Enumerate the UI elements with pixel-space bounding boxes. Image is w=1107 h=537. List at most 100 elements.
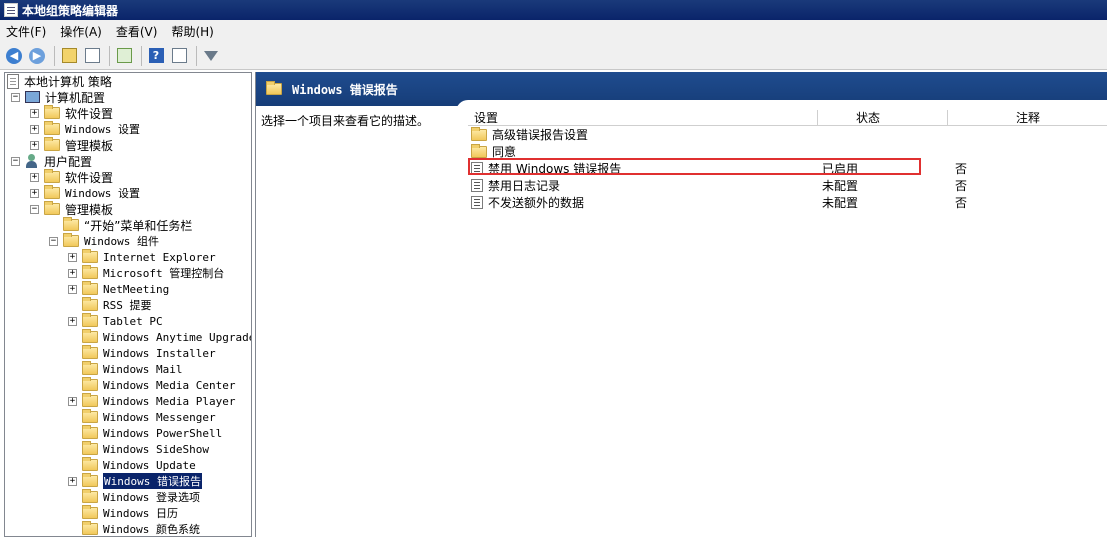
expand-toggle[interactable]: + bbox=[30, 140, 39, 150]
setting-name: 不发送额外的数据 bbox=[488, 196, 585, 210]
tree-item-component[interactable]: Windows 日历 bbox=[68, 505, 178, 521]
tree-item-computer-config[interactable]: − 计算机配置 bbox=[11, 89, 105, 105]
expand-toggle[interactable]: + bbox=[30, 172, 39, 182]
tree-item-uc-software[interactable]: + 软件设置 bbox=[30, 169, 113, 185]
export-list-button[interactable] bbox=[114, 46, 134, 66]
tree-item-cc-admin[interactable]: + 管理模板 bbox=[30, 137, 113, 153]
tree-item-component[interactable]: + Windows 错误报告 bbox=[68, 473, 202, 489]
collapse-toggle[interactable]: − bbox=[30, 204, 39, 214]
tree-item-component[interactable]: Windows Installer bbox=[68, 345, 216, 361]
tree-item-label: Internet Explorer bbox=[103, 250, 216, 264]
tree-item-component[interactable]: Windows 颜色系统 bbox=[68, 521, 200, 536]
collapse-toggle[interactable]: − bbox=[11, 92, 20, 102]
tree-item-component[interactable]: + Windows Media Player bbox=[68, 393, 235, 409]
description-text: 选择一个项目来查看它的描述。 bbox=[261, 114, 430, 128]
tree-pane: 本地计算机 策略 − 计算机配置 + 软件设置 + Windows 设置 + 管… bbox=[4, 72, 252, 537]
setting-comment: 否 bbox=[955, 196, 968, 210]
tree-item-component[interactable]: Windows SideShow bbox=[68, 441, 209, 457]
menu-view[interactable]: 查看(V) bbox=[116, 23, 158, 40]
filter-button[interactable] bbox=[201, 46, 221, 66]
app-icon bbox=[4, 3, 18, 17]
expand-toggle[interactable]: + bbox=[68, 284, 77, 294]
settings-row[interactable]: 高级错误报告设置 bbox=[468, 126, 1107, 143]
tree-item-user-config[interactable]: − 用户配置 bbox=[11, 153, 92, 169]
folder-icon bbox=[82, 425, 98, 439]
tree-item-component[interactable]: + Microsoft 管理控制台 bbox=[68, 265, 224, 281]
expand-toggle[interactable]: + bbox=[30, 188, 39, 198]
tree-item-component[interactable]: Windows Messenger bbox=[68, 409, 216, 425]
tree-item-start-menu[interactable]: “开始”菜单和任务栏 bbox=[49, 217, 192, 233]
menu-file[interactable]: 文件(F) bbox=[6, 23, 46, 40]
tree-item-component[interactable]: Windows Mail bbox=[68, 361, 182, 377]
tree-item-cc-software[interactable]: + 软件设置 bbox=[30, 105, 113, 121]
toolbar: ◀ ▶ ? bbox=[0, 42, 1107, 70]
expand-toggle[interactable]: + bbox=[68, 252, 77, 262]
forward-arrow-icon: ▶ bbox=[29, 47, 45, 64]
collapse-toggle[interactable]: − bbox=[49, 236, 58, 246]
expand-toggle[interactable]: + bbox=[68, 268, 77, 278]
tree-item-label: Windows 颜色系统 bbox=[103, 523, 200, 536]
column-header-comment[interactable]: 注释 bbox=[948, 110, 1107, 126]
forward-button[interactable]: ▶ bbox=[27, 46, 47, 66]
help-button[interactable]: ? bbox=[146, 46, 166, 66]
help-icon: ? bbox=[148, 48, 164, 63]
folder-icon bbox=[82, 329, 98, 343]
tree-item-component[interactable]: Windows PowerShell bbox=[68, 425, 222, 441]
up-button[interactable] bbox=[59, 46, 79, 66]
expand-toggle[interactable]: + bbox=[68, 476, 77, 486]
tree-item-uc-windows[interactable]: + Windows 设置 bbox=[30, 185, 140, 201]
folder-icon bbox=[82, 457, 98, 471]
folder-icon bbox=[82, 489, 98, 503]
tree-item-component[interactable]: Windows Anytime Upgrade bbox=[68, 329, 251, 345]
column-header-setting[interactable]: 设置 bbox=[468, 110, 818, 126]
settings-row[interactable]: 禁用日志记录 未配置 否 bbox=[468, 177, 1107, 194]
folder-icon bbox=[82, 313, 98, 327]
tree-item-component[interactable]: + Internet Explorer bbox=[68, 249, 216, 265]
folder-icon bbox=[82, 265, 98, 279]
menu-action[interactable]: 操作(A) bbox=[60, 23, 102, 40]
tree-item-component[interactable]: + Tablet PC bbox=[68, 313, 163, 329]
folder-icon bbox=[471, 143, 487, 158]
column-header-state[interactable]: 状态 bbox=[818, 110, 948, 126]
show-hide-tree-button[interactable] bbox=[82, 46, 102, 66]
menu-help[interactable]: 帮助(H) bbox=[171, 23, 213, 40]
folder-icon bbox=[44, 185, 60, 199]
settings-grid-header: 设置 状态 注释 bbox=[468, 110, 1107, 126]
tree-item-component[interactable]: Windows Update bbox=[68, 457, 196, 473]
expand-toggle[interactable]: + bbox=[30, 108, 39, 118]
tree-item-label: Windows 日历 bbox=[103, 507, 178, 520]
toolbar-separator bbox=[54, 45, 55, 66]
folder-icon bbox=[44, 121, 60, 135]
tree-item-label: RSS 提要 bbox=[103, 299, 152, 312]
properties-button[interactable] bbox=[169, 46, 189, 66]
setting-name: 高级错误报告设置 bbox=[492, 128, 589, 142]
expand-toggle[interactable]: + bbox=[30, 124, 39, 134]
folder-icon bbox=[63, 233, 79, 247]
tree-item-component[interactable]: Windows 登录选项 bbox=[68, 489, 200, 505]
tree-item-component[interactable]: + NetMeeting bbox=[68, 281, 169, 297]
tree-item-component[interactable]: Windows Media Center bbox=[68, 377, 235, 393]
tree-item-label: Windows Messenger bbox=[103, 410, 216, 424]
toolbar-separator bbox=[196, 45, 197, 66]
collapse-toggle[interactable]: − bbox=[11, 156, 20, 166]
back-button[interactable]: ◀ bbox=[4, 46, 24, 66]
tree-item-uc-admin[interactable]: − 管理模板 bbox=[30, 201, 113, 217]
tree-item-label: Windows PowerShell bbox=[103, 426, 223, 440]
toolbar-separator bbox=[109, 45, 110, 66]
tree-item-label: Windows 错误报告 bbox=[103, 473, 202, 489]
tree-item-windows-components[interactable]: − Windows 组件 bbox=[49, 233, 159, 249]
tree-item-label: NetMeeting bbox=[103, 282, 170, 296]
expand-toggle[interactable]: + bbox=[68, 316, 77, 326]
tree-item-label: Tablet PC bbox=[103, 314, 163, 328]
tree-item-root[interactable]: 本地计算机 策略 bbox=[7, 73, 112, 89]
folder-icon bbox=[82, 473, 98, 487]
expand-toggle[interactable]: + bbox=[68, 396, 77, 406]
settings-row[interactable]: 不发送额外的数据 未配置 否 bbox=[468, 194, 1107, 211]
setting-state: 未配置 bbox=[822, 196, 859, 210]
menu-bar: 文件(F) 操作(A) 查看(V) 帮助(H) bbox=[0, 20, 1107, 42]
folder-icon bbox=[82, 249, 98, 263]
tree-item-cc-windows[interactable]: + Windows 设置 bbox=[30, 121, 140, 137]
tree-item-component[interactable]: RSS 提要 bbox=[68, 297, 152, 313]
window-title: 本地组策略编辑器 bbox=[22, 3, 119, 18]
folder-icon bbox=[44, 137, 60, 151]
